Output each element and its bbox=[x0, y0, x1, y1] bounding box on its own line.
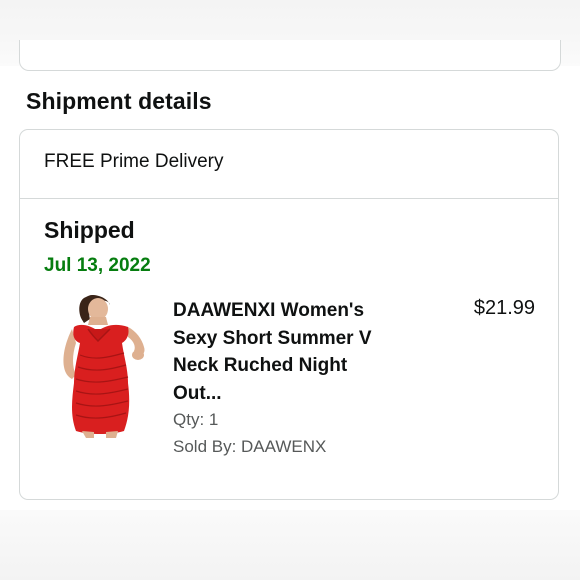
section-title: Shipment details bbox=[26, 88, 212, 114]
product-title-link[interactable]: DAAWENXI Women's Sexy Short Summer V Nec… bbox=[173, 297, 398, 407]
product-price: $21.99 bbox=[473, 297, 535, 319]
red-dress-icon bbox=[63, 295, 145, 438]
order-details-page: Shipment details FREE Prime Delivery Shi… bbox=[0, 0, 580, 580]
shipment-status: Shipped bbox=[44, 217, 135, 243]
delivery-type-label: FREE Prime Delivery bbox=[44, 151, 224, 172]
product-seller: Sold By: DAAWENX bbox=[173, 437, 327, 456]
bottom-blur-region bbox=[0, 510, 580, 580]
product-image[interactable] bbox=[50, 295, 150, 438]
shipment-date: Jul 13, 2022 bbox=[44, 255, 151, 276]
shipment-card: FREE Prime Delivery Shipped Jul 13, 2022 bbox=[19, 129, 559, 500]
product-quantity: Qty: 1 bbox=[173, 410, 219, 429]
previous-card-edge bbox=[19, 40, 561, 71]
delivery-row: FREE Prime Delivery bbox=[20, 130, 558, 199]
